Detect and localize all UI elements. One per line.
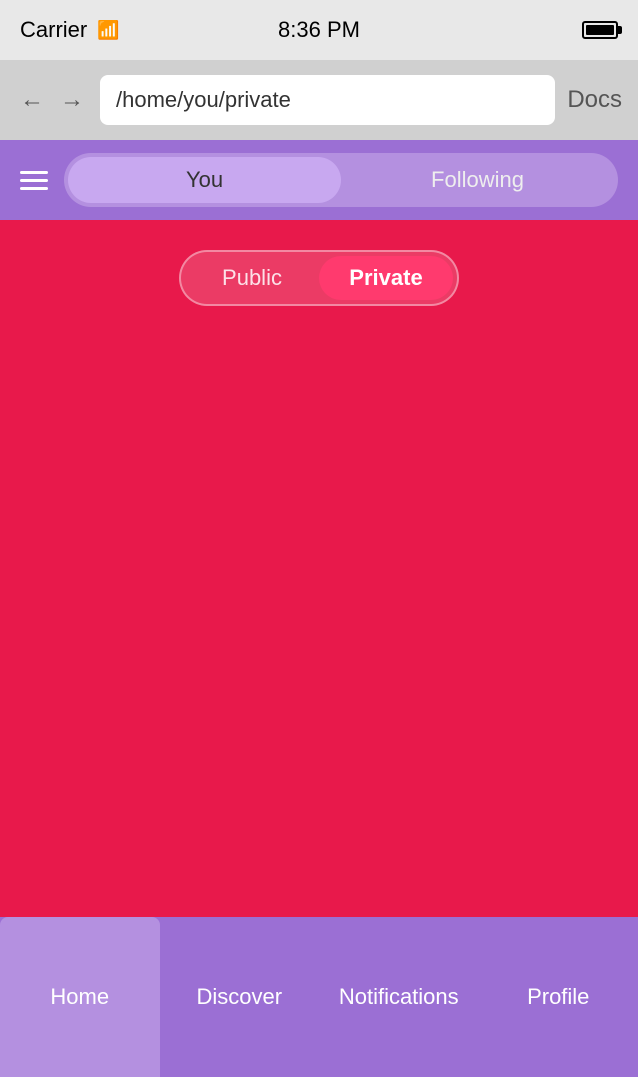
address-text: /home/you/private — [116, 87, 291, 113]
nav-item-profile[interactable]: Profile — [479, 917, 638, 1077]
public-private-toggle: Public Private — [179, 250, 459, 306]
hamburger-icon[interactable] — [20, 171, 48, 190]
browser-bar: ← → /home/you/private Docs — [0, 60, 638, 140]
battery-fill — [586, 25, 614, 35]
status-bar-right — [582, 21, 618, 39]
nav-home-label: Home — [50, 984, 109, 1010]
nav-notifications-label: Notifications — [339, 984, 459, 1010]
toggle-private[interactable]: Private — [319, 256, 453, 300]
status-bar: Carrier 📶 8:36 PM — [0, 0, 638, 60]
battery-icon — [582, 21, 618, 39]
status-bar-left: Carrier 📶 — [20, 17, 120, 43]
hamburger-line-1 — [20, 171, 48, 174]
toggle-public[interactable]: Public — [185, 256, 319, 300]
nav-item-notifications[interactable]: Notifications — [319, 917, 479, 1077]
bottom-nav: Home Discover Notifications Profile — [0, 917, 638, 1077]
hamburger-line-2 — [20, 179, 48, 182]
docs-link[interactable]: Docs — [567, 86, 622, 114]
wifi-icon: 📶 — [97, 20, 119, 41]
nav-buttons: ← → — [16, 82, 88, 118]
status-bar-time: 8:36 PM — [278, 17, 360, 43]
nav-discover-label: Discover — [196, 984, 282, 1010]
nav-item-discover[interactable]: Discover — [160, 917, 320, 1077]
carrier-label: Carrier — [20, 17, 87, 43]
tab-you[interactable]: You — [68, 157, 341, 203]
tab-switcher: You Following — [64, 153, 618, 207]
back-button[interactable]: ← — [16, 82, 48, 118]
forward-button[interactable]: → — [56, 82, 88, 118]
nav-profile-label: Profile — [527, 984, 589, 1010]
address-bar[interactable]: /home/you/private — [100, 75, 555, 125]
hamburger-line-3 — [20, 187, 48, 190]
main-content: Public Private — [0, 220, 638, 917]
tab-following[interactable]: Following — [341, 157, 614, 203]
nav-item-home[interactable]: Home — [0, 917, 160, 1077]
app-header: You Following — [0, 140, 638, 220]
